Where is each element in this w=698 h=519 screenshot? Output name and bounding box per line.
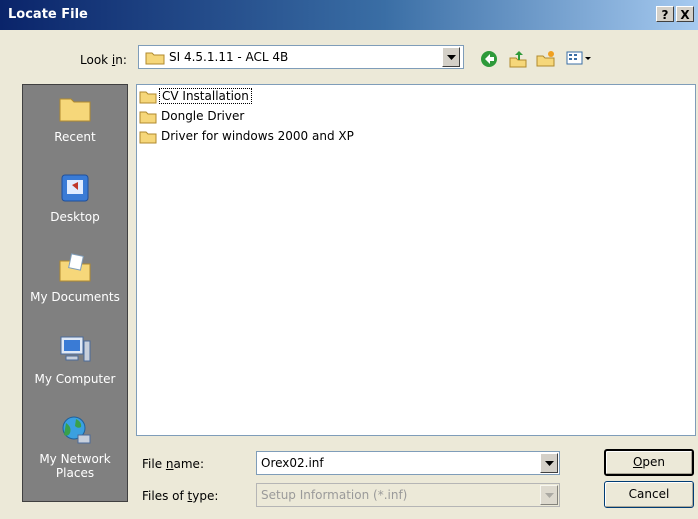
new-folder-icon[interactable] xyxy=(536,50,556,71)
look-in-value: SI 4.5.1.11 - ACL 4B xyxy=(169,50,289,64)
open-button-label: pen xyxy=(642,455,666,469)
look-in-label-pre: Look xyxy=(80,53,112,67)
file-name-value: Orex02.inf xyxy=(261,456,324,470)
folder-icon xyxy=(139,111,157,124)
title-bar: Locate File ? X xyxy=(0,0,698,30)
file-type-select: Setup Information (*.inf) xyxy=(256,483,560,507)
file-name-label-post: ame: xyxy=(173,457,204,471)
place-my-computer[interactable]: My Computer xyxy=(23,335,127,386)
folder-icon xyxy=(139,91,157,104)
place-recent[interactable]: Recent xyxy=(23,93,127,144)
file-name-input[interactable]: Orex02.inf xyxy=(256,451,560,475)
place-my-network[interactable]: My Network Places xyxy=(23,415,127,480)
recent-folder-icon xyxy=(23,93,127,126)
place-my-network-label: My Network Places xyxy=(39,452,111,480)
my-computer-icon xyxy=(23,335,127,368)
my-documents-icon xyxy=(23,253,127,286)
file-name-label-accel: n xyxy=(165,457,174,471)
file-name: Dongle Driver xyxy=(161,109,245,123)
file-type-label: Files of type: xyxy=(142,489,218,503)
network-places-icon xyxy=(23,415,127,448)
help-button[interactable]: ? xyxy=(656,6,674,22)
file-name-label: File name: xyxy=(142,457,204,471)
open-button[interactable]: Open xyxy=(604,449,694,476)
place-my-computer-label: My Computer xyxy=(34,372,116,386)
place-my-documents-label: My Documents xyxy=(30,290,120,304)
folder-icon xyxy=(145,51,165,68)
cancel-button[interactable]: Cancel xyxy=(604,481,694,508)
look-in-dropdown[interactable]: SI 4.5.1.11 - ACL 4B xyxy=(138,45,464,69)
window-title: Locate File xyxy=(8,7,88,22)
look-in-label: Look in: xyxy=(80,53,127,67)
look-in-label-post: n: xyxy=(115,53,127,67)
desktop-icon xyxy=(23,173,127,206)
view-menu-icon[interactable] xyxy=(566,50,592,69)
file-name: CV Installation xyxy=(159,88,252,104)
close-button[interactable]: X xyxy=(676,6,694,22)
open-button-accel: O xyxy=(632,455,643,469)
places-bar: Recent Desktop My Documents My Computer … xyxy=(22,84,128,502)
place-desktop-label: Desktop xyxy=(50,210,100,224)
file-type-label-post: ype: xyxy=(192,489,219,503)
file-type-dropdown-button xyxy=(540,485,558,505)
folder-icon xyxy=(139,131,157,144)
file-name: Driver for windows 2000 and XP xyxy=(161,129,354,143)
place-desktop[interactable]: Desktop xyxy=(23,173,127,224)
file-name-dropdown-button[interactable] xyxy=(540,453,558,473)
place-my-documents[interactable]: My Documents xyxy=(23,253,127,304)
place-recent-label: Recent xyxy=(54,130,96,144)
file-type-label-pre: Files of xyxy=(142,489,188,503)
file-list[interactable]: CV Installation Dongle Driver Driver for… xyxy=(136,84,696,436)
file-type-value: Setup Information (*.inf) xyxy=(261,488,408,502)
up-folder-icon[interactable] xyxy=(508,50,528,71)
back-icon[interactable] xyxy=(480,50,498,71)
look-in-dropdown-button[interactable] xyxy=(442,47,460,67)
file-name-label-pre: File xyxy=(142,457,166,471)
